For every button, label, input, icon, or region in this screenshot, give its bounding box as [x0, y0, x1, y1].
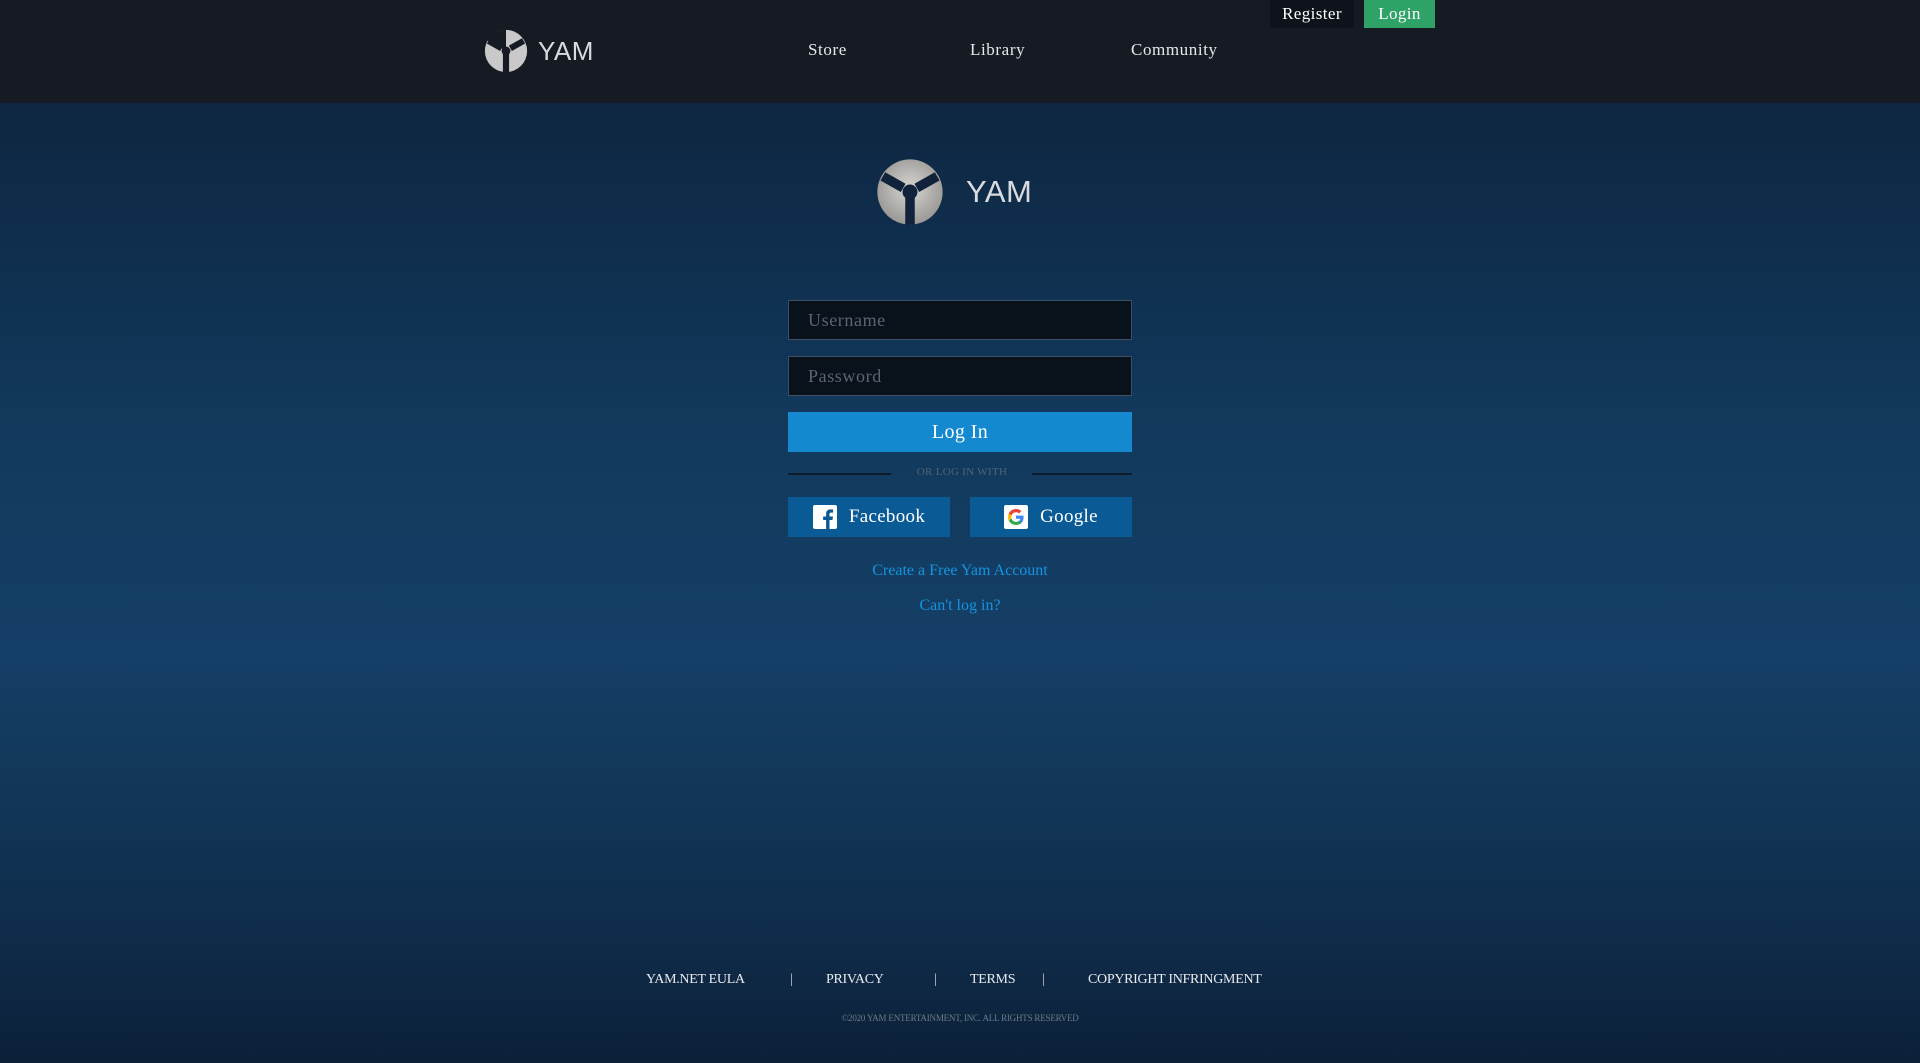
- log-in-button[interactable]: Log In: [788, 412, 1132, 452]
- footer-link-terms[interactable]: TERMS: [970, 972, 1015, 988]
- yam-logo-icon: [877, 159, 943, 225]
- divider-text: OR LOG IN WITH: [916, 466, 1008, 478]
- yam-logo-icon: [484, 29, 528, 73]
- footer-separator: |: [934, 972, 937, 987]
- header-brand-name: YAM: [538, 35, 594, 66]
- username-field[interactable]: [788, 300, 1132, 340]
- nav-community[interactable]: Community: [1131, 40, 1218, 60]
- google-login-button[interactable]: Google: [970, 497, 1132, 537]
- password-field[interactable]: [788, 356, 1132, 396]
- create-account-link[interactable]: Create a Free Yam Account: [788, 562, 1132, 580]
- login-button[interactable]: Login: [1364, 0, 1435, 28]
- google-icon: [1004, 505, 1029, 529]
- facebook-login-button[interactable]: Facebook: [788, 497, 950, 537]
- header-logo[interactable]: YAM: [484, 29, 594, 73]
- divider-line-right: [1032, 473, 1132, 475]
- login-brand-name: YAM: [966, 174, 1033, 209]
- footer-separator: |: [790, 972, 793, 987]
- google-label: Google: [1040, 506, 1098, 527]
- register-button[interactable]: Register: [1270, 0, 1354, 28]
- footer-separator: |: [1042, 972, 1045, 987]
- footer-link-privacy[interactable]: PRIVACY: [826, 972, 884, 988]
- footer-link-copyright[interactable]: COPYRIGHT INFRINGMENT: [1088, 972, 1262, 988]
- nav-store[interactable]: Store: [808, 40, 847, 60]
- divider-line-left: [788, 473, 891, 475]
- nav-library[interactable]: Library: [970, 40, 1025, 60]
- footer-link-eula[interactable]: YAM.NET EULA: [646, 972, 745, 988]
- facebook-icon: [812, 505, 837, 529]
- login-logo: YAM: [876, 158, 1032, 226]
- copyright-text: ©2020 YAM ENTERTAINMENT, INC. ALL RIGHTS…: [841, 1013, 1079, 1023]
- top-navigation-bar: YAM Store Library Community Register Log…: [0, 0, 1920, 103]
- facebook-label: Facebook: [848, 506, 926, 527]
- cant-log-in-link[interactable]: Can't log in?: [788, 597, 1132, 615]
